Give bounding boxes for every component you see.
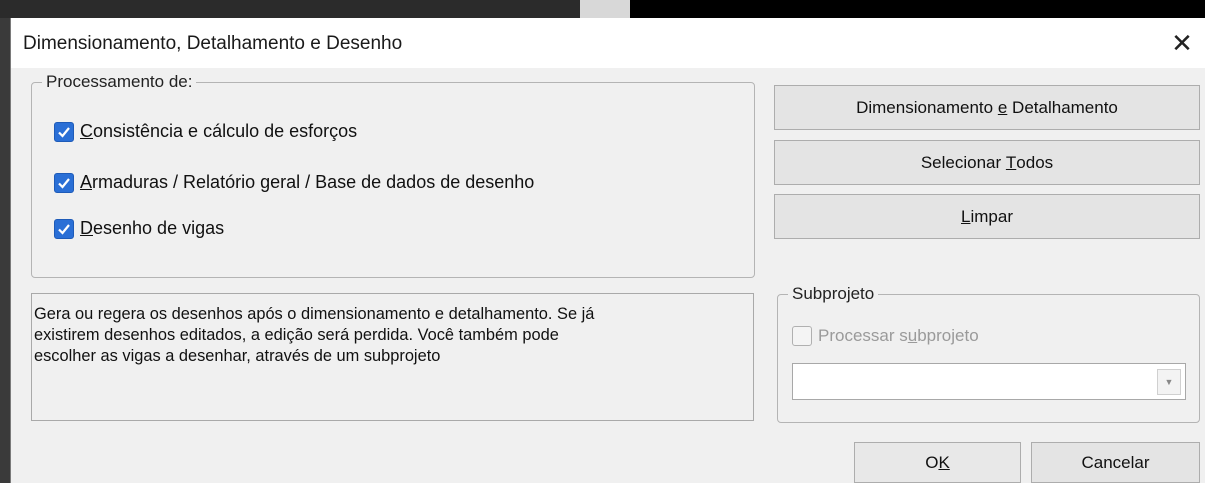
subproject-groupbox: Subprojeto Processar subprojeto ▼ [777, 284, 1200, 423]
clear-button[interactable]: Limpar [774, 194, 1200, 239]
description-line: existirem desenhos editados, a edição se… [34, 326, 559, 344]
dialog-window: Dimensionamento, Detalhamento e Desenho … [10, 18, 1205, 483]
cancel-button[interactable]: Cancelar [1031, 442, 1200, 483]
dimensionamento-detalhamento-button[interactable]: Dimensionamento e Detalhamento [774, 85, 1200, 130]
checkmark-icon [58, 126, 70, 138]
subproject-group-label: Subprojeto [788, 284, 879, 304]
description-line: escolher as vigas a desenhar, através de… [34, 347, 441, 365]
checkmark-icon [58, 177, 70, 189]
select-all-button[interactable]: Selecionar Todos [774, 140, 1200, 185]
processing-group-label: Processamento de: [42, 72, 197, 92]
combo-dropdown-button[interactable]: ▼ [1157, 369, 1181, 395]
background-app-toolbar [580, 0, 630, 18]
processing-groupbox: Processamento de: Consistência e cálculo… [31, 72, 755, 278]
checkbox-box[interactable] [54, 172, 74, 193]
title-bar: Dimensionamento, Detalhamento e Desenho … [11, 18, 1205, 68]
checkbox-box[interactable] [792, 326, 812, 346]
chevron-down-icon: ▼ [1164, 377, 1174, 387]
dialog-title: Dimensionamento, Detalhamento e Desenho [23, 33, 403, 54]
close-button[interactable]: ✕ [1167, 28, 1197, 58]
background-app-edge [0, 18, 10, 483]
checkbox-box[interactable] [54, 218, 74, 239]
subproject-combobox[interactable]: ▼ [792, 363, 1186, 400]
close-icon: ✕ [1171, 28, 1193, 58]
checkbox-label: Processar subprojeto [818, 326, 979, 345]
checkmark-icon [58, 223, 70, 235]
checkbox-box[interactable] [54, 121, 74, 142]
checkbox-label: Consistência e cálculo de esforços [80, 121, 358, 141]
checkbox-armaduras[interactable]: Armaduras / Relatório geral / Base de da… [54, 172, 534, 193]
background-app-area [0, 0, 580, 18]
ok-button[interactable]: OK [854, 442, 1021, 483]
checkbox-label: Armaduras / Relatório geral / Base de da… [80, 172, 535, 192]
background-cad-canvas [630, 0, 1205, 18]
description-text: Gera ou regera os desenhos após o dimens… [31, 293, 754, 421]
checkbox-consistencia[interactable]: Consistência e cálculo de esforços [54, 121, 357, 142]
checkbox-label: Desenho de vigas [80, 218, 225, 238]
description-line: Gera ou regera os desenhos após o dimens… [34, 305, 595, 323]
checkbox-desenho-vigas[interactable]: Desenho de vigas [54, 218, 224, 239]
checkbox-processar-subprojeto[interactable]: Processar subprojeto [792, 326, 979, 346]
